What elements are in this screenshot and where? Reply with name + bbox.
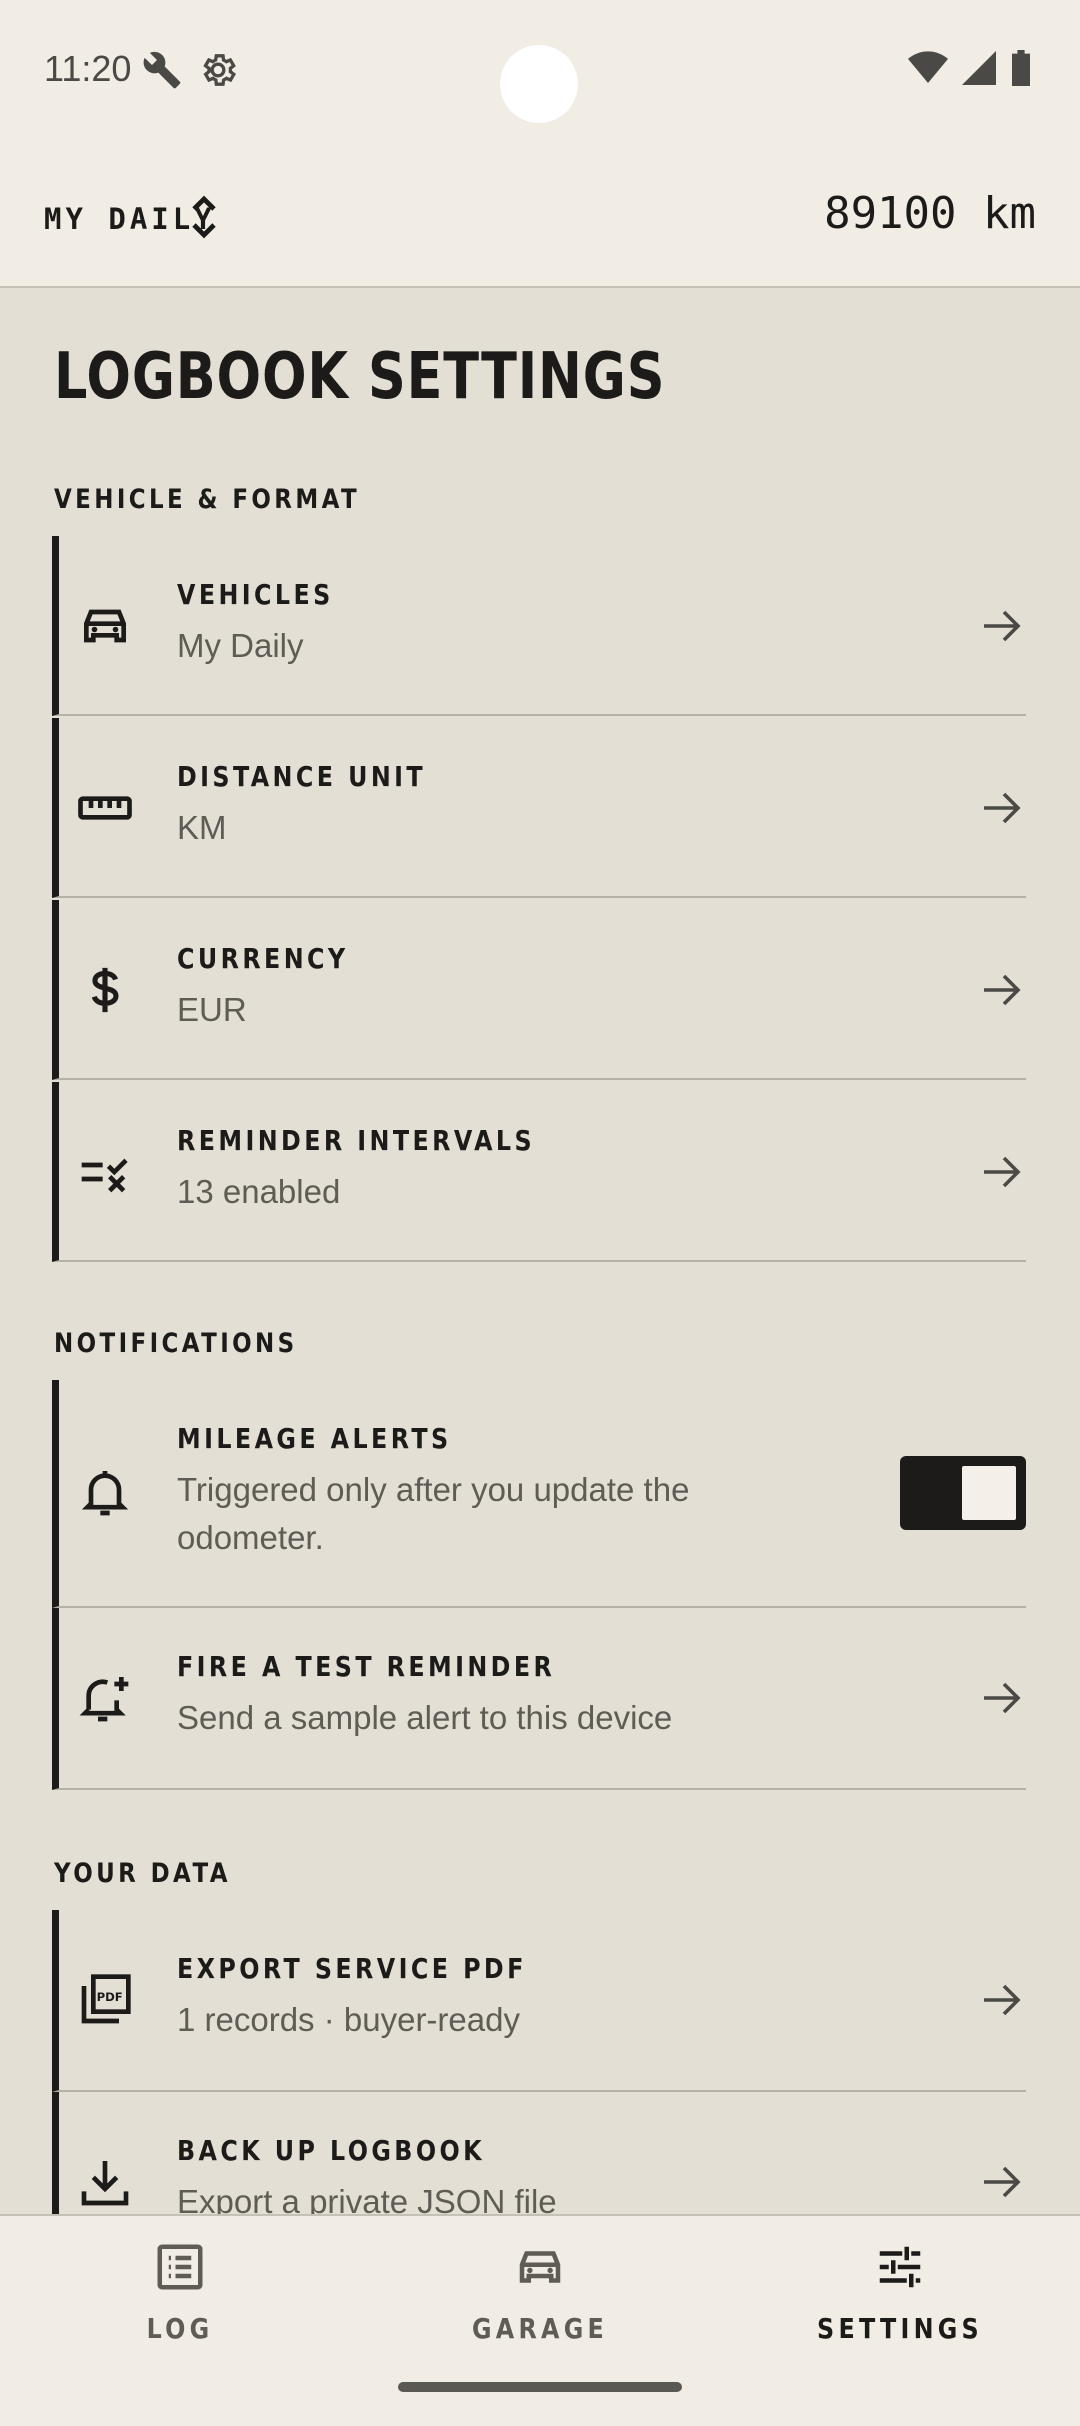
nav-item-log[interactable]: LOG bbox=[60, 2240, 300, 2345]
wifi-icon bbox=[908, 51, 948, 83]
arrow-right-icon bbox=[984, 1682, 1021, 1714]
row-title: FIRE A TEST REMINDER bbox=[177, 1650, 556, 1683]
settings-row-currency[interactable]: CURRENCY EUR bbox=[52, 900, 1026, 1080]
row-subtitle: KM bbox=[177, 809, 227, 846]
row-title: VEHICLES bbox=[177, 578, 334, 611]
settings-row-vehicles[interactable]: VEHICLES My Daily bbox=[52, 536, 1026, 716]
bottom-nav: LOG GARAGE SETTINGS bbox=[0, 2214, 1080, 2426]
row-subtitle: Send a sample alert to this device bbox=[177, 1699, 673, 1736]
row-title: BACK UP LOGBOOK bbox=[177, 2134, 485, 2167]
arrow-right-icon bbox=[984, 1984, 1021, 2016]
arrow-right-icon bbox=[984, 1156, 1021, 1188]
nav-item-settings[interactable]: SETTINGS bbox=[780, 2240, 1020, 2345]
nav-item-garage[interactable]: GARAGE bbox=[420, 2240, 660, 2345]
wrench-icon bbox=[143, 51, 181, 89]
rule-icon bbox=[77, 1144, 133, 1200]
section-label-your-data: YOUR DATA bbox=[54, 1858, 231, 1889]
row-subtitle: My Daily bbox=[177, 627, 304, 664]
settings-row-test-reminder[interactable]: FIRE A TEST REMINDER Send a sample alert… bbox=[52, 1608, 1026, 1790]
arrow-right-icon bbox=[984, 792, 1021, 824]
row-subtitle: EUR bbox=[177, 991, 247, 1028]
settings-row-reminder-intervals[interactable]: REMINDER INTERVALS 13 enabled bbox=[52, 1082, 1026, 1262]
pdf-icon: PDF bbox=[77, 1972, 133, 2028]
nav-label: SETTINGS bbox=[817, 2312, 983, 2345]
download-icon bbox=[77, 2154, 133, 2210]
dollar-icon bbox=[77, 962, 133, 1018]
row-subtitle: 13 enabled bbox=[177, 1173, 341, 1210]
settings-row-mileage-alerts[interactable]: MILEAGE ALERTS Triggered only after you … bbox=[52, 1380, 1026, 1608]
row-title: EXPORT SERVICE PDF bbox=[177, 1952, 527, 1985]
arrow-right-icon bbox=[984, 2166, 1021, 2198]
row-title: CURRENCY bbox=[177, 942, 349, 975]
status-time: 11:20 bbox=[44, 48, 132, 89]
row-title: DISTANCE UNIT bbox=[177, 760, 427, 793]
nav-label: GARAGE bbox=[472, 2312, 608, 2345]
battery-icon bbox=[1012, 50, 1030, 86]
status-bar: 11:20 bbox=[0, 0, 1080, 140]
car-icon bbox=[77, 598, 133, 654]
unfold-icon[interactable] bbox=[190, 195, 218, 239]
ruler-icon bbox=[77, 780, 133, 836]
odometer-reading: 89100 km bbox=[824, 188, 1036, 239]
arrow-right-icon bbox=[984, 610, 1021, 642]
settings-content: LOGBOOK SETTINGS VEHICLE & FORMAT VEHICL… bbox=[0, 288, 1080, 2214]
page-title: LOGBOOK SETTINGS bbox=[54, 340, 666, 414]
mileage-alerts-toggle[interactable] bbox=[900, 1456, 1026, 1530]
gear-icon bbox=[203, 54, 237, 86]
row-subtitle: Triggered only after you update the odom… bbox=[177, 1471, 690, 1556]
sliders-icon bbox=[879, 2246, 921, 2288]
camera-cutout bbox=[500, 45, 578, 123]
bell-plus-icon bbox=[77, 1670, 133, 1726]
section-label-vehicle-format: VEHICLE & FORMAT bbox=[54, 484, 361, 515]
bell-icon bbox=[77, 1464, 133, 1520]
settings-row-backup[interactable]: BACK UP LOGBOOK Export a private JSON fi… bbox=[52, 2092, 1026, 2214]
signal-icon bbox=[962, 51, 996, 85]
toggle-knob bbox=[962, 1466, 1016, 1520]
nav-label: LOG bbox=[146, 2312, 214, 2345]
row-title: REMINDER INTERVALS bbox=[177, 1124, 535, 1157]
list-icon bbox=[157, 2244, 203, 2290]
settings-row-distance-unit[interactable]: DISTANCE UNIT KM bbox=[52, 718, 1026, 898]
settings-row-export-pdf[interactable]: PDF EXPORT SERVICE PDF 1 records · buyer… bbox=[52, 1910, 1026, 2092]
svg-text:PDF: PDF bbox=[97, 1990, 123, 2004]
row-title: MILEAGE ALERTS bbox=[177, 1422, 452, 1455]
row-subtitle: 1 records · buyer-ready bbox=[177, 2001, 520, 2038]
row-subtitle: Export a private JSON file bbox=[177, 2183, 557, 2214]
home-indicator[interactable] bbox=[398, 2382, 682, 2392]
section-label-notifications: NOTIFICATIONS bbox=[54, 1328, 298, 1359]
car-icon bbox=[519, 2251, 561, 2283]
vehicle-bar: MY DAILY 89100 km bbox=[0, 140, 1080, 288]
arrow-right-icon bbox=[984, 974, 1021, 1006]
